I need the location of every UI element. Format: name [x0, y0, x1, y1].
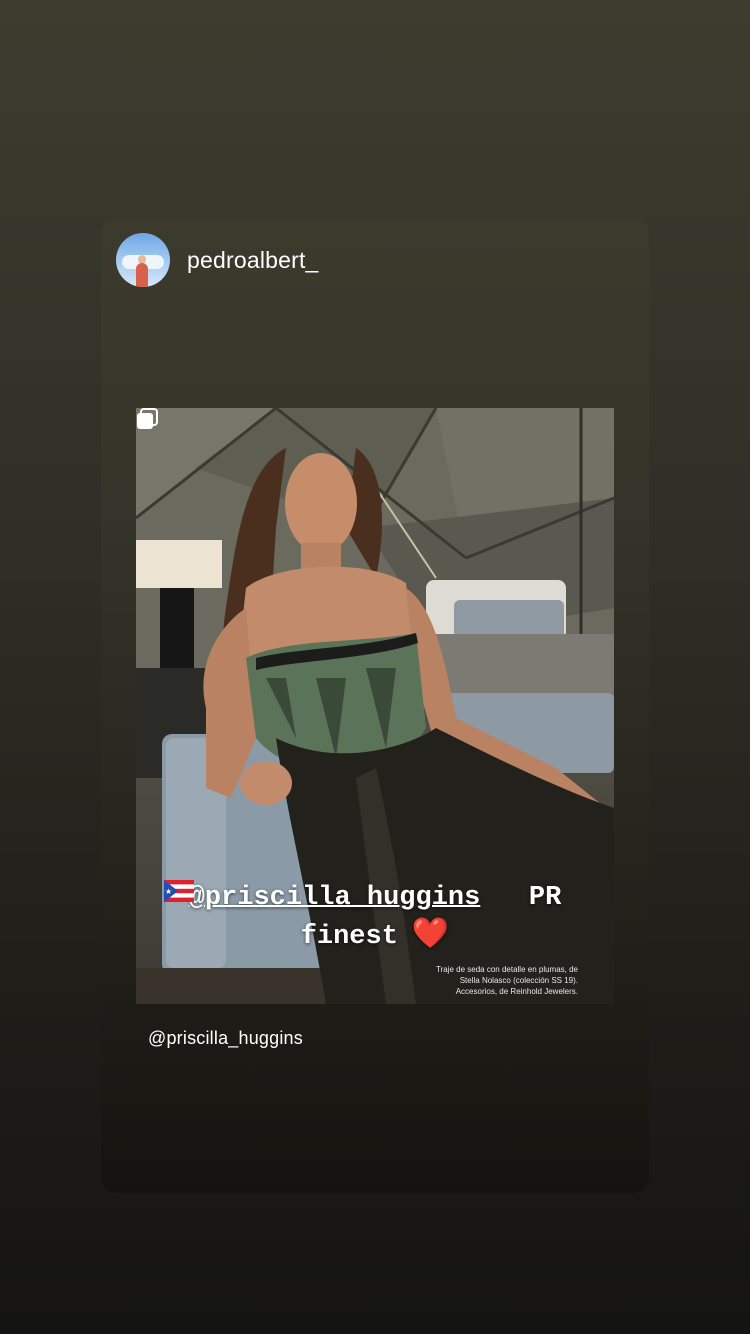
sticker-mention-link[interactable]: @priscilla_huggins	[189, 883, 481, 913]
print-caption: Traje de seda con detalle en plumas, de …	[435, 965, 578, 996]
avatar[interactable]	[116, 233, 170, 287]
mention-tag[interactable]: @priscilla_huggins	[148, 1028, 303, 1049]
heart-emoji-icon: ❤️	[411, 916, 450, 951]
avatar-person	[136, 263, 148, 287]
post-author-header[interactable]: pedroalbert_	[116, 233, 319, 287]
puerto-rico-flag-icon	[164, 880, 194, 902]
sticker-text-pr: PR	[528, 883, 562, 913]
story-shared-post-card[interactable]: pedroalbert_ @priscilla_huggins PR fines…	[101, 218, 649, 1193]
shared-post-image[interactable]: @priscilla_huggins PR finest ❤️ Traje de …	[136, 408, 614, 1004]
sticker-text-finest: finest	[300, 922, 398, 952]
author-username[interactable]: pedroalbert_	[187, 247, 319, 274]
carousel-icon	[137, 408, 158, 429]
text-sticker[interactable]: @priscilla_huggins PR finest ❤️	[136, 880, 614, 955]
sticker-line-2: finest ❤️	[136, 880, 614, 955]
sticker-line-1: @priscilla_huggins PR	[136, 880, 614, 916]
